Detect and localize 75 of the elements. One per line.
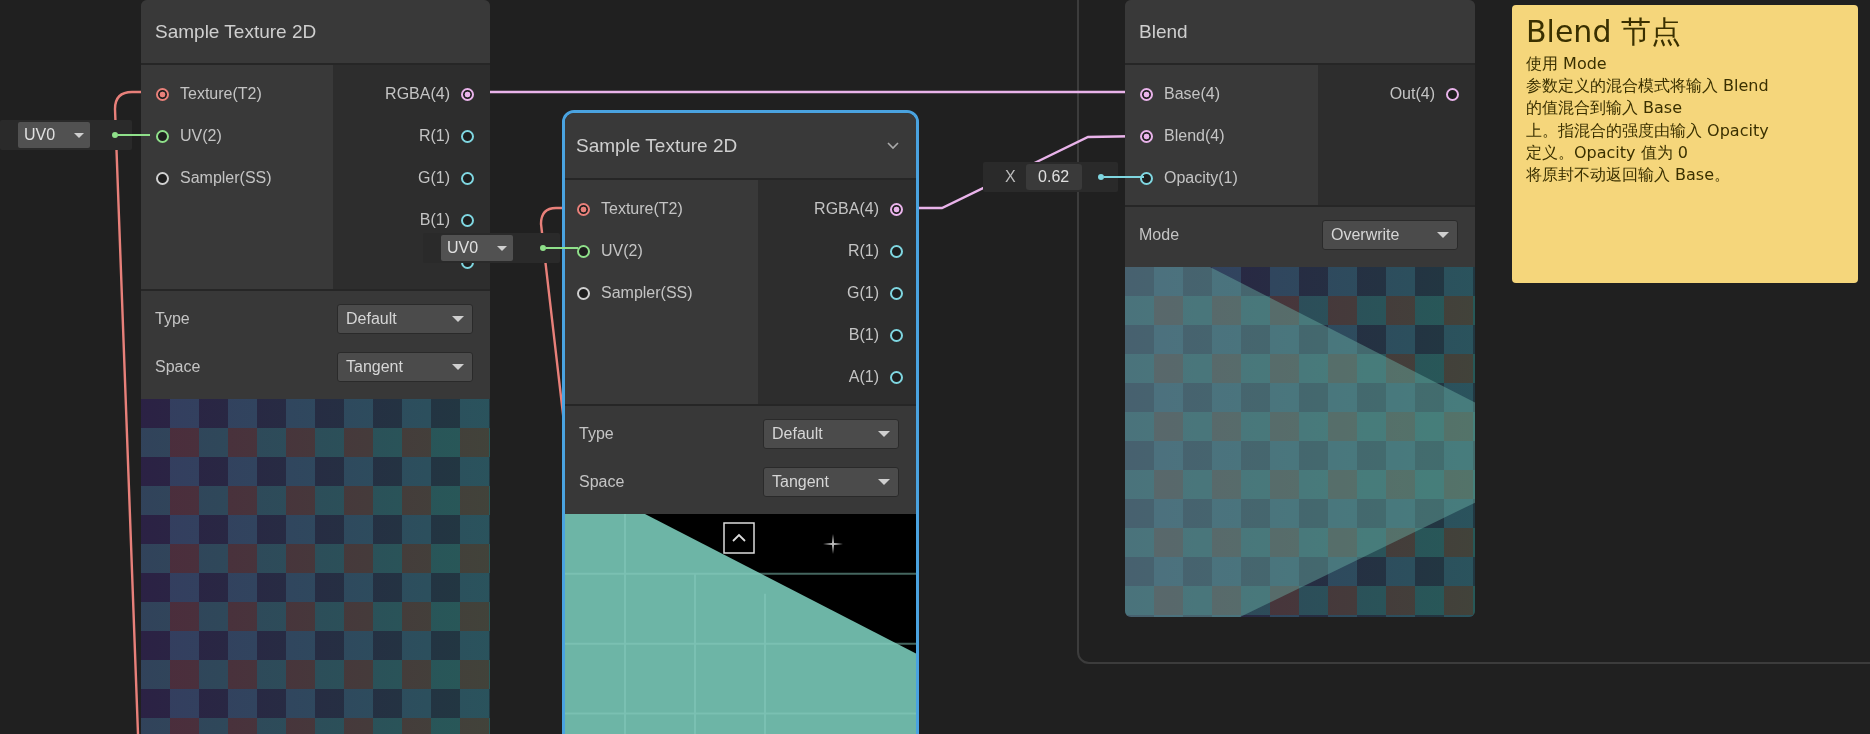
port-icon[interactable]	[156, 87, 169, 101]
port-label: Texture(T2)	[180, 85, 262, 103]
collapse-preview-icon[interactable]	[723, 522, 755, 554]
port-icon[interactable]	[890, 244, 903, 258]
port-label: Sampler(SS)	[180, 169, 272, 187]
note-title: Blend 节点	[1526, 13, 1682, 51]
port-label: RGBA(4)	[385, 85, 450, 103]
note-text: 使用 Mode 参数定义的混合模式将输入 Blend 的值混合到输入 Base 上。指混合的强度由输入 Opacity 定义。Opacity 值为 0 将原封不动返回输入 Base。	[1526, 52, 1770, 187]
port-icon[interactable]	[577, 244, 590, 258]
port-label: Sampler(SS)	[601, 284, 693, 302]
graph-node[interactable]: Blend Base(4) Blend(4) Opacity(1) Out(4) Mode Overwrite	[1125, 0, 1475, 617]
sticky-note[interactable]: Blend 节点 使用 Mode 参数定义的混合模式将输入 Blend 的值混合到输入 Base 上。指混合的强度由输入 Opacity 定义。Opacity 值为 0 将原封不动返回输入 Base。	[1512, 5, 1858, 283]
port-icon[interactable]	[461, 87, 474, 101]
port-icon[interactable]	[461, 171, 474, 185]
caret-icon	[1437, 232, 1449, 238]
caret-icon	[74, 132, 84, 138]
port-icon[interactable]	[1446, 87, 1459, 101]
uv-dropdown[interactable]: UV0	[441, 235, 513, 261]
caret-icon	[497, 245, 507, 251]
dropdown[interactable]: Default	[337, 304, 473, 334]
node-header[interactable]: Sample Texture 2D	[141, 0, 490, 63]
port-label: UV(2)	[180, 127, 222, 145]
port-icon[interactable]	[890, 328, 903, 342]
field-label: X	[1005, 168, 1016, 186]
number-field[interactable]: 0.62	[1025, 164, 1082, 190]
port-label: B(1)	[848, 326, 879, 344]
caret-icon	[878, 479, 890, 485]
port-label: R(1)	[418, 127, 450, 145]
uv-dropdown[interactable]: UV0	[18, 122, 90, 148]
port-label: Blend(4)	[1164, 127, 1225, 145]
node-title: Sample Texture 2D	[576, 134, 738, 157]
port-icon[interactable]	[890, 370, 903, 384]
port-label: Opacity(1)	[1164, 169, 1238, 187]
port-icon[interactable]	[577, 202, 590, 216]
port-icon[interactable]	[577, 286, 590, 300]
port-label: RGBA(4)	[814, 200, 879, 218]
setting-label: Type	[155, 310, 190, 328]
node-header[interactable]: Blend	[1125, 0, 1475, 63]
port-icon[interactable]	[461, 213, 474, 227]
port-label: B(1)	[419, 211, 450, 229]
setting-label: Space	[155, 358, 201, 376]
setting-label: Mode	[1139, 226, 1180, 244]
dropdown[interactable]: Tangent	[337, 352, 473, 382]
port-label: A(1)	[848, 368, 879, 386]
port-icon[interactable]	[890, 286, 903, 300]
output-dot-icon[interactable]	[112, 132, 118, 138]
caret-icon	[878, 431, 890, 437]
node-header[interactable]: Sample Texture 2D	[565, 113, 916, 178]
port-label: G(1)	[418, 169, 450, 187]
node-title: Blend	[1139, 20, 1188, 43]
chevron-down-icon[interactable]	[886, 141, 900, 150]
port-label: Out(4)	[1389, 85, 1435, 103]
port-icon[interactable]	[1140, 129, 1153, 143]
caret-icon	[452, 364, 464, 370]
port-label: Base(4)	[1164, 85, 1221, 103]
dropdown[interactable]: Tangent	[763, 467, 899, 497]
port-icon[interactable]	[1140, 171, 1153, 185]
port-icon[interactable]	[461, 129, 474, 143]
port-icon[interactable]	[156, 171, 169, 185]
dropdown[interactable]: Default	[763, 419, 899, 449]
port-icon[interactable]	[1140, 87, 1153, 101]
setting-label: Space	[579, 473, 625, 491]
port-icon[interactable]	[890, 202, 903, 216]
port-label: G(1)	[847, 284, 879, 302]
port-label: R(1)	[847, 242, 879, 260]
setting-label: Type	[579, 425, 614, 443]
port-label: Texture(T2)	[601, 200, 683, 218]
caret-icon	[452, 316, 464, 322]
dropdown[interactable]: Overwrite	[1322, 220, 1458, 250]
port-icon[interactable]	[156, 129, 169, 143]
node-title: Sample Texture 2D	[155, 20, 317, 43]
graph-node[interactable]: Sample Texture 2D Texture(T2) UV(2) Sampler(SS) RGBA(4) R(1) G(1) B(1) A(1) Type Default Space Tangent	[562, 110, 919, 734]
port-label: UV(2)	[601, 242, 643, 260]
output-dot-icon[interactable]	[540, 245, 546, 251]
output-dot-icon[interactable]	[1098, 174, 1104, 180]
